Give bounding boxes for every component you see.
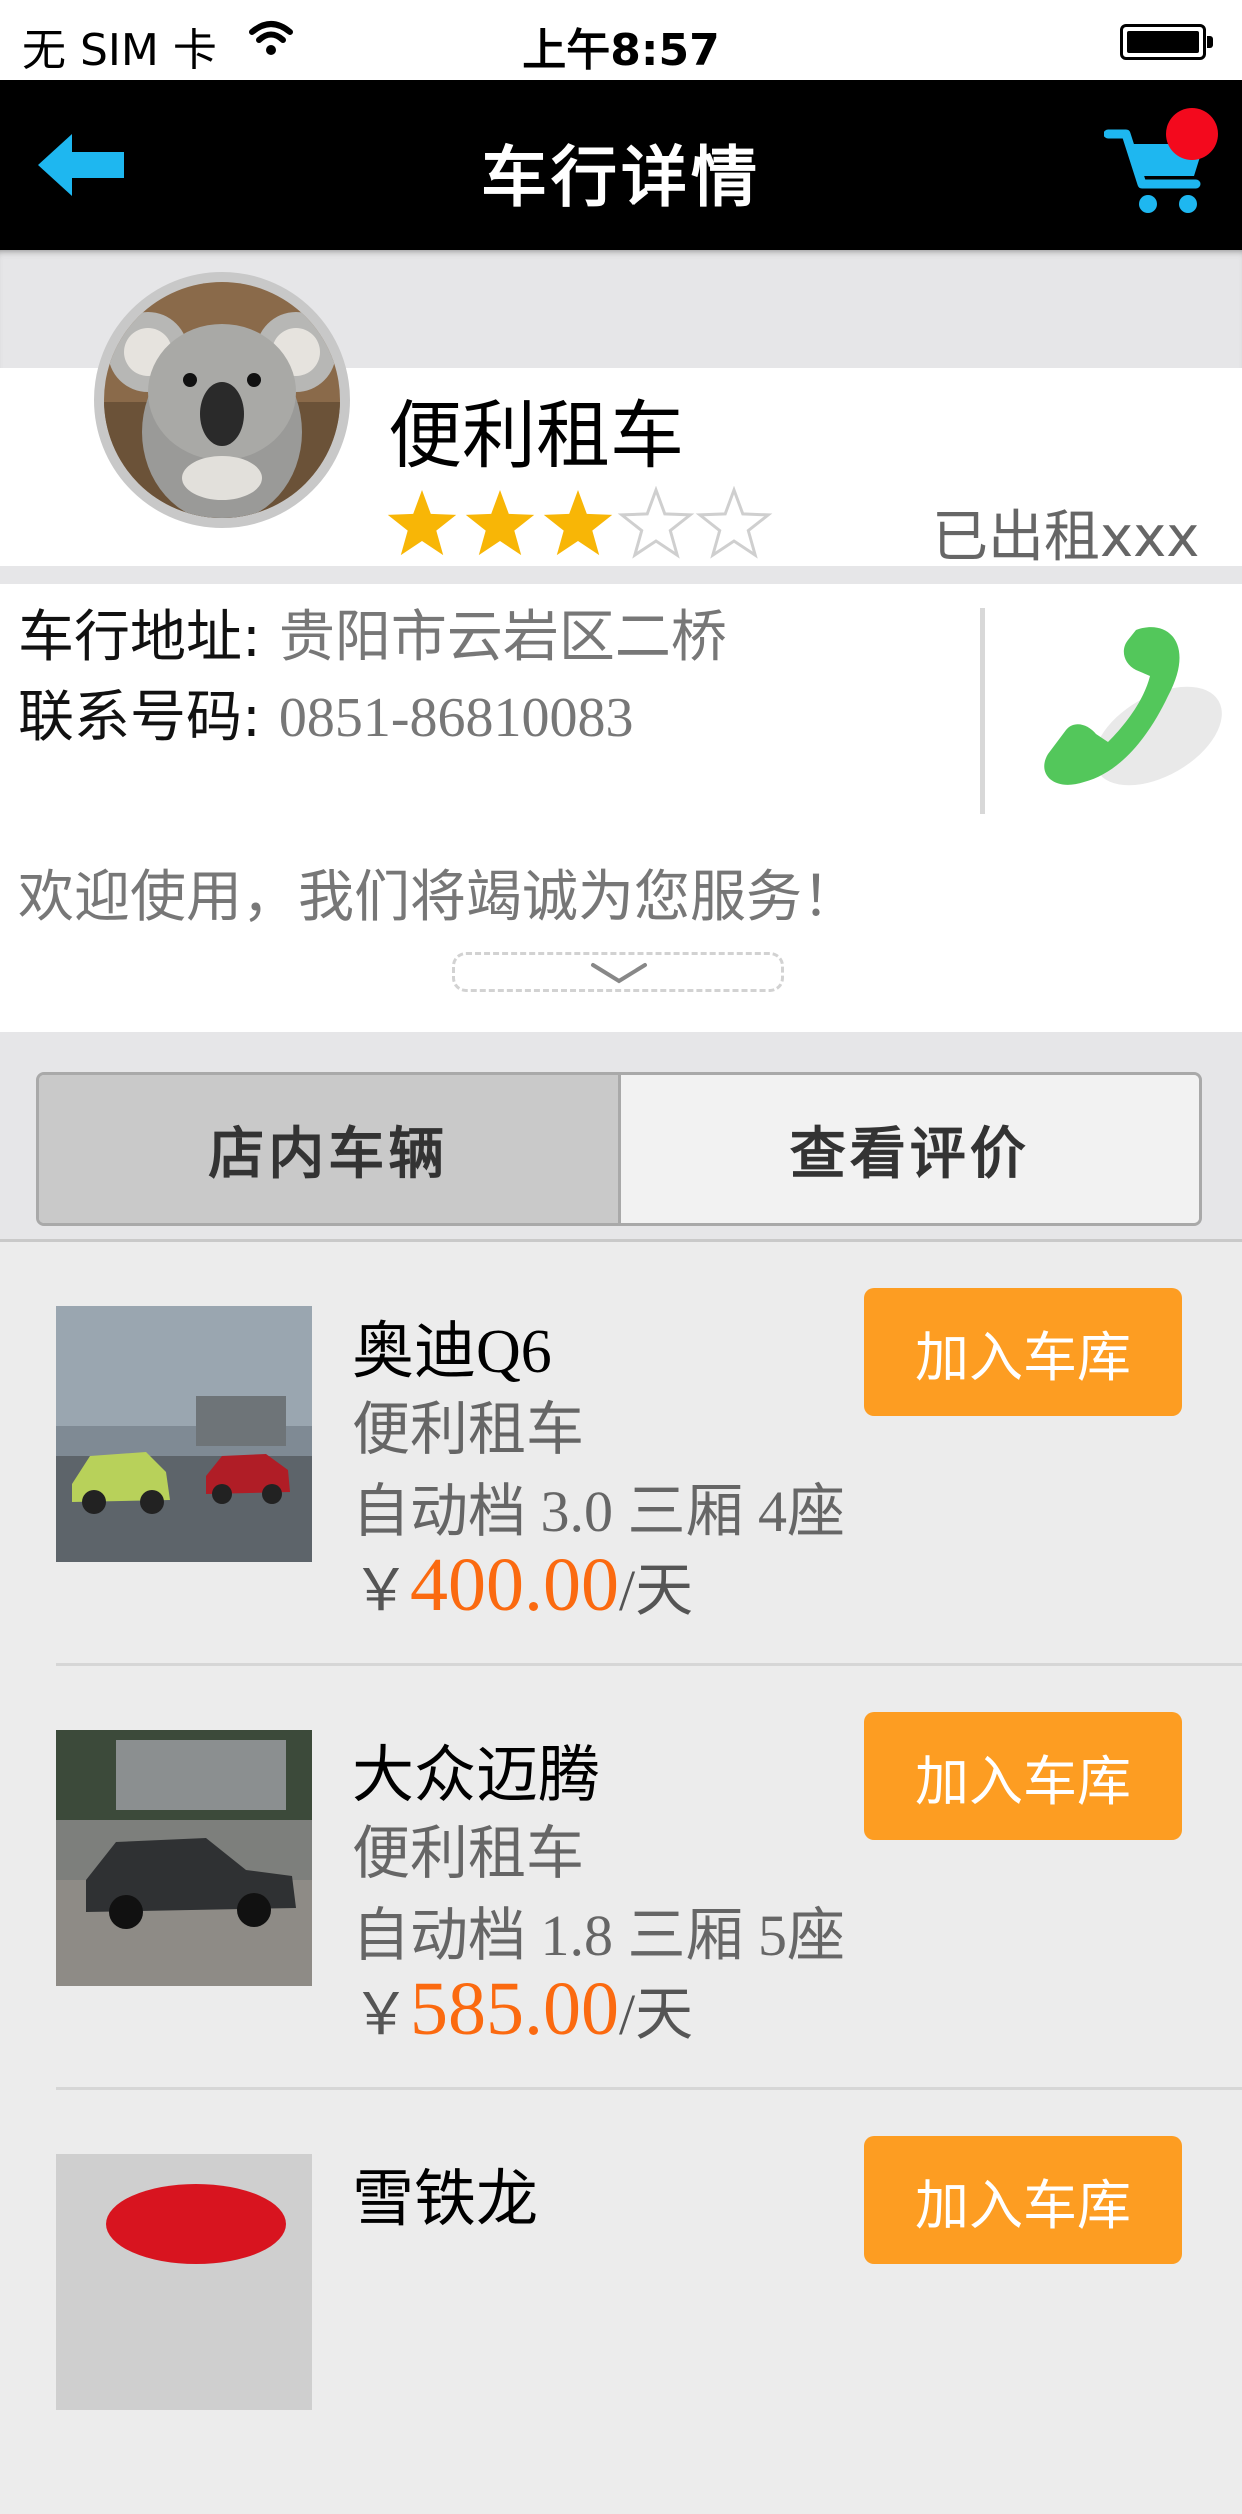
divider bbox=[980, 608, 985, 814]
navigation-bar: 车行详情 bbox=[0, 80, 1242, 250]
car-spec: 自动档 3.0 三厢 4座 bbox=[352, 1479, 846, 1544]
car-image bbox=[56, 1730, 312, 1986]
add-to-garage-button[interactable]: 加入车库 bbox=[864, 1288, 1182, 1416]
list-item[interactable]: 奥迪Q6 便利租车 自动档 3.0 三厢 4座 ￥400.00/天 加入车库 bbox=[0, 1242, 1242, 1666]
price-amount: 400.00 bbox=[410, 1543, 620, 1627]
address-label: 车行地址: bbox=[18, 605, 261, 670]
price-unit: /天 bbox=[619, 1982, 694, 2047]
expand-button[interactable] bbox=[452, 952, 784, 992]
list-item[interactable]: 大众迈腾 便利租车 自动档 1.8 三厢 5座 ￥585.00/天 加入车库 bbox=[0, 1666, 1242, 2090]
page-title: 车行详情 bbox=[481, 139, 761, 216]
status-time: 上午8:57 bbox=[522, 25, 720, 76]
rented-count: 已出租xxx bbox=[932, 492, 1199, 573]
car-image bbox=[56, 2154, 312, 2410]
address-row: 车行地址: 贵阳市云岩区二桥 bbox=[18, 592, 727, 673]
segmented-control: 店内车辆 查看评价 bbox=[36, 1072, 1202, 1226]
price-amount: 585.00 bbox=[410, 1967, 620, 2051]
shop-name: 便利租车 bbox=[388, 393, 684, 479]
car-price: ￥585.00/天 bbox=[352, 1966, 693, 2053]
car-shop: 便利租车 bbox=[352, 1395, 585, 1463]
star-filled-icon bbox=[465, 490, 535, 556]
car-name: 奥迪Q6 bbox=[352, 1318, 552, 1386]
price-unit: /天 bbox=[619, 1558, 694, 1623]
list-item[interactable]: 雪铁龙 加入车库 bbox=[0, 2090, 1242, 2514]
currency-symbol: ￥ bbox=[352, 1982, 411, 2047]
car-price: ￥400.00/天 bbox=[352, 1542, 693, 1629]
phone-row: 联系号码: 0851-86810083 bbox=[18, 672, 634, 753]
star-empty-icon bbox=[617, 486, 695, 559]
koala-avatar-image bbox=[104, 282, 340, 518]
car-spec: 自动档 1.8 三厢 5座 bbox=[352, 1903, 846, 1968]
star-filled-icon bbox=[387, 490, 457, 556]
add-to-garage-button[interactable]: 加入车库 bbox=[864, 2136, 1182, 2264]
car-name: 大众迈腾 bbox=[352, 1738, 601, 1811]
rented-count-text: 已出租xxx bbox=[932, 505, 1200, 570]
phone-call-icon[interactable] bbox=[1018, 604, 1228, 814]
car-image bbox=[56, 1306, 312, 1562]
phone-value: 0851-86810083 bbox=[278, 687, 634, 749]
welcome-message: 欢迎使用，我们将竭诚为您服务！ bbox=[18, 865, 858, 930]
address-value: 贵阳市云岩区二桥 bbox=[278, 605, 727, 670]
star-filled-icon bbox=[543, 490, 613, 556]
rating-stars bbox=[387, 486, 773, 559]
car-shop: 便利租车 bbox=[352, 1819, 585, 1887]
tab-reviews[interactable]: 查看评价 bbox=[620, 1075, 1199, 1223]
cart-badge bbox=[1166, 108, 1218, 160]
battery-icon bbox=[1120, 24, 1213, 60]
add-to-garage-button[interactable]: 加入车库 bbox=[864, 1712, 1182, 1840]
shop-avatar bbox=[94, 272, 350, 528]
currency-symbol: ￥ bbox=[352, 1558, 411, 1623]
car-name: 雪铁龙 bbox=[352, 2162, 539, 2235]
phone-label: 联系号码: bbox=[18, 685, 261, 750]
chevron-down-icon bbox=[591, 963, 647, 984]
tab-in-store-cars[interactable]: 店内车辆 bbox=[39, 1075, 621, 1223]
section-separator bbox=[0, 566, 1242, 584]
status-bar: 无 SIM 卡 上午8:57 bbox=[0, 0, 1242, 80]
star-empty-icon bbox=[695, 486, 773, 559]
